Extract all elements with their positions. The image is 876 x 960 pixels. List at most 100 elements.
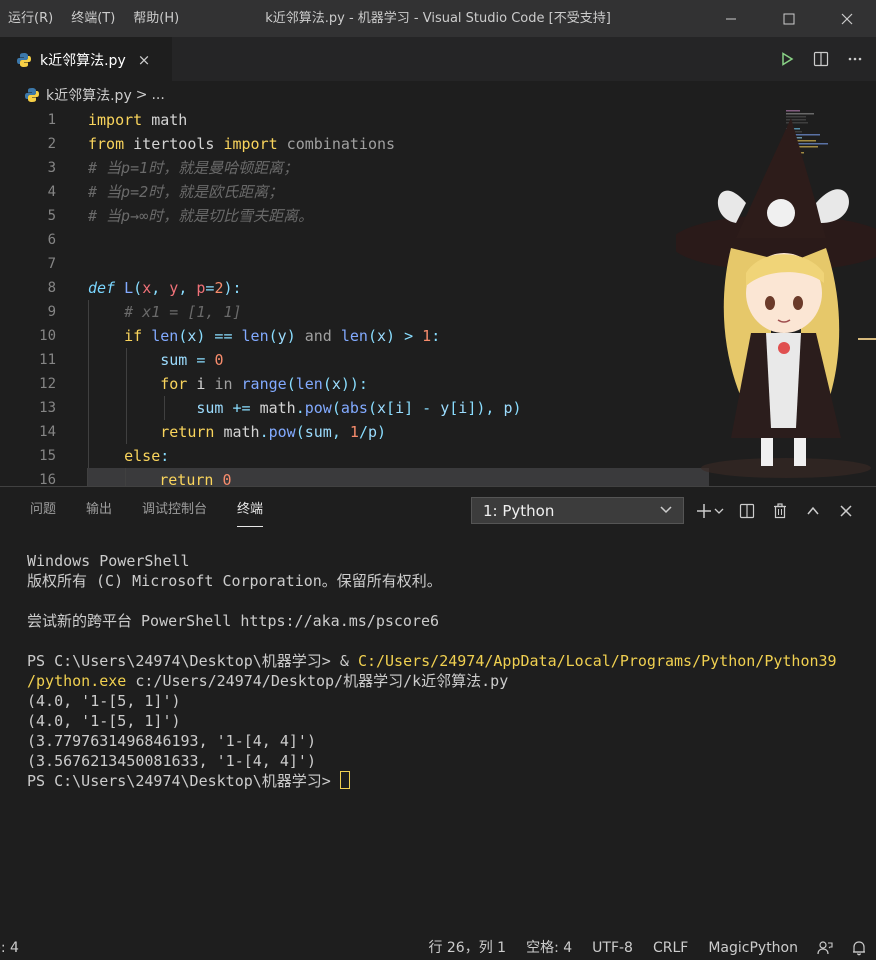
tab-problems[interactable]: 问题 (30, 487, 56, 533)
breadcrumb-file[interactable]: k近邻算法.py (46, 85, 132, 105)
code-comment: # x1 = [1, 1] (124, 303, 242, 321)
line-number: 13 (39, 400, 56, 416)
line-ending[interactable]: CRLF (643, 936, 698, 960)
panel-tabs: 问题 输出 调试控制台 终端 (0, 487, 293, 533)
close-panel-button[interactable] (829, 497, 862, 524)
terminal-output[interactable]: Windows PowerShell 版权所有 (C) Microsoft Co… (27, 551, 867, 791)
terminal-prompt-line: PS C:\Users\24974\Desktop\机器学习> (27, 771, 867, 791)
terminal-output-line: (3.5676213450081633, '1-[4, 4]') (27, 752, 316, 770)
line-number: 3 (47, 160, 56, 176)
window-controls (702, 0, 876, 37)
notifications-button[interactable] (842, 936, 876, 960)
terminal-command-line: PS C:\Users\24974\Desktop\机器学习> & C:/Use… (27, 651, 867, 671)
line-number: 14 (39, 424, 56, 440)
kill-terminal-button[interactable] (763, 497, 796, 524)
terminal-output-line: (4.0, '1-[5, 1]') (27, 712, 181, 730)
code-line: return math.pow(sum, 1/p) (88, 420, 728, 444)
scrollbar-marker (858, 338, 876, 340)
minimize-button[interactable] (702, 0, 760, 37)
tab-knn-file[interactable]: k近邻算法.py × (0, 37, 172, 81)
terminal-prompt: PS C:\Users\24974\Desktop\机器学习> (27, 772, 340, 790)
close-icon (841, 13, 853, 24)
close-window-button[interactable] (818, 0, 876, 37)
maximize-button[interactable] (760, 0, 818, 37)
code-comment: # 当p=1时，就是曼哈顿距离； (88, 159, 299, 177)
minimize-icon (726, 18, 736, 19)
feedback-button[interactable] (808, 936, 842, 960)
panel-actions (690, 497, 862, 524)
code-editor[interactable]: 1 2 3 4 5 6 7 8 9 10 11 12 13 14 15 16 i… (0, 108, 876, 486)
maximize-panel-button[interactable] (796, 497, 829, 524)
terminal-selector-value: 1: Python (483, 501, 555, 520)
code-line: # 当p=2时，就是欧氏距离； (88, 180, 728, 204)
title-bar: 运行(R) 终端(T) 帮助(H) k近邻算法.py - 机器学习 - Visu… (0, 0, 876, 37)
editor-actions (776, 37, 866, 81)
split-icon (739, 503, 754, 518)
new-terminal-button[interactable] (690, 497, 730, 524)
line-number: 7 (47, 256, 56, 272)
editor-tab-bar: k近邻算法.py × (0, 37, 876, 81)
line-number: 9 (47, 304, 56, 320)
line-number: 16 (39, 472, 56, 486)
script-path: c:/Users/24974/Desktop/机器学习/k近邻算法.py (126, 672, 509, 690)
more-actions-button[interactable] (844, 48, 866, 70)
code-line: for i in range(len(x)): (88, 372, 728, 396)
status-left-item[interactable]: p: 4 (0, 940, 19, 956)
menu-bar: 运行(R) 终端(T) 帮助(H) (0, 0, 189, 37)
minimap[interactable] (782, 108, 852, 168)
breadcrumb-separator: > (135, 86, 148, 103)
menu-terminal[interactable]: 终端(T) (63, 0, 125, 37)
language-mode[interactable]: MagicPython (698, 936, 808, 960)
terminal-selector[interactable]: 1: Python (471, 497, 684, 524)
code-line: # 当p→∞时，就是切比雪夫距离。 (88, 204, 728, 228)
terminal-line: Windows PowerShell (27, 552, 190, 570)
line-number: 2 (47, 136, 56, 152)
current-code-line: return 0 (87, 468, 709, 486)
status-bar: p: 4 行 26，列 1 空格: 4 UTF-8 CRLF MagicPyth… (0, 936, 876, 960)
chevron-up-icon (806, 506, 819, 514)
terminal-line: 版权所有 (C) Microsoft Corporation。保留所有权利。 (27, 572, 442, 590)
encoding[interactable]: UTF-8 (582, 936, 643, 960)
cursor-position[interactable]: 行 26，列 1 (418, 936, 516, 960)
tab-terminal[interactable]: 终端 (237, 487, 264, 533)
line-number: 11 (39, 352, 56, 368)
maximize-icon (783, 13, 795, 24)
trash-icon (773, 502, 786, 518)
status-left: p: 4 (0, 936, 19, 960)
play-icon (782, 52, 794, 66)
run-file-button[interactable] (776, 48, 798, 70)
breadcrumb-more[interactable]: ... (151, 87, 164, 103)
tab-output[interactable]: 输出 (86, 487, 112, 533)
terminal-command-line: /python.exe c:/Users/24974/Desktop/机器学习/… (27, 671, 867, 691)
python-exe-path: /python.exe (27, 672, 127, 690)
code-comment: # 当p→∞时，就是切比雪夫距离。 (88, 207, 314, 225)
bell-icon (853, 941, 865, 956)
terminal-output-line: (3.7797631496846193, '1-[4, 4]') (27, 732, 316, 750)
line-number: 10 (39, 328, 56, 344)
tab-debug-console[interactable]: 调试控制台 (142, 487, 207, 533)
line-number: 6 (47, 232, 56, 248)
feedback-icon (817, 941, 833, 955)
code-line: if len(x) == len(y) and len(x) > 1: (88, 324, 728, 348)
python-icon (25, 87, 39, 102)
line-number: 8 (47, 280, 56, 296)
tab-close-icon[interactable]: × (138, 51, 151, 69)
indentation[interactable]: 空格: 4 (516, 936, 582, 960)
line-number: 1 (47, 112, 56, 128)
code-line: from itertools import combinations (88, 135, 396, 153)
code-line: sum = 0 (88, 348, 728, 372)
line-number: 15 (39, 448, 56, 464)
split-editor-button[interactable] (810, 48, 832, 70)
code-comment: # 当p=2时，就是欧氏距离； (88, 183, 284, 201)
split-terminal-button[interactable] (730, 497, 763, 524)
plus-icon (697, 503, 724, 518)
menu-run[interactable]: 运行(R) (0, 0, 63, 37)
python-exe-path: C:/Users/24974/AppData/Local/Programs/Py… (357, 652, 837, 670)
terminal-cursor (339, 771, 350, 789)
menu-help[interactable]: 帮助(H) (125, 0, 189, 37)
terminal-line: 尝试新的跨平台 PowerShell https://aka.ms/pscore… (27, 612, 440, 630)
bottom-panel: 问题 输出 调试控制台 终端 1: Python Windows PowerSh… (0, 486, 876, 936)
